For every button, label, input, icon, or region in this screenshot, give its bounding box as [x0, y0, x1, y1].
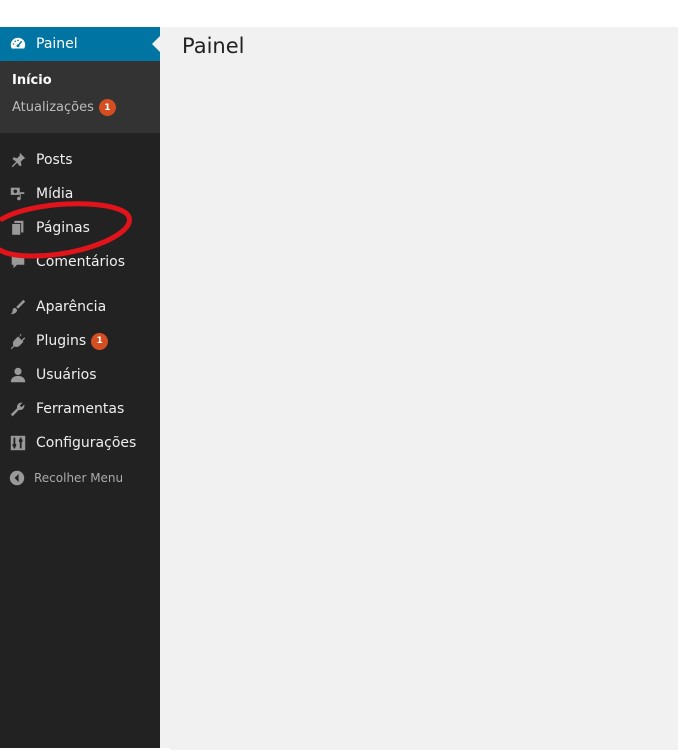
media-icon: [0, 185, 36, 203]
sidebar-item-label: Usuários: [36, 367, 97, 383]
sidebar-item-label: Ferramentas: [36, 401, 125, 417]
admin-top-area: [160, 0, 678, 27]
sidebar-item-label: Plugins: [36, 333, 87, 349]
comment-icon: [0, 253, 36, 271]
brush-icon: [0, 298, 36, 316]
dashboard-icon: [0, 35, 36, 53]
submenu-item-label: Início: [12, 73, 52, 88]
settings-icon: [0, 434, 36, 452]
plugin-update-badge: 1: [91, 332, 109, 350]
pages-icon: [0, 219, 36, 237]
plugin-icon: [0, 332, 36, 350]
admin-sidebar: Painel Início Atualizações 1 Posts Mídia…: [0, 0, 160, 750]
sidebar-item-configuracoes[interactable]: Configurações: [0, 426, 160, 460]
sidebar-item-ferramentas[interactable]: Ferramentas: [0, 392, 160, 426]
sidebar-item-label: Comentários: [36, 254, 126, 270]
sidebar-item-label: Mídia: [36, 186, 74, 202]
top-strip: [0, 0, 160, 27]
sidebar-item-label: Aparência: [36, 299, 107, 315]
submenu: Início Atualizações 1: [0, 61, 160, 133]
sidebar-item-label: Páginas: [36, 220, 90, 236]
sidebar-item-comentarios[interactable]: Comentários: [0, 245, 160, 279]
collapse-menu-button[interactable]: Recolher Menu: [0, 466, 160, 490]
submenu-item-inicio[interactable]: Início: [12, 73, 52, 88]
sidebar-item-painel[interactable]: Painel: [0, 27, 160, 61]
wrench-icon: [0, 400, 36, 418]
user-icon: [0, 366, 36, 384]
sidebar-item-label: Painel: [36, 36, 78, 52]
sidebar-item-paginas[interactable]: Páginas: [0, 211, 160, 245]
sidebar-item-midia[interactable]: Mídia: [0, 177, 160, 211]
sidebar-item-aparencia[interactable]: Aparência: [0, 290, 160, 324]
page-title: Painel: [182, 34, 245, 58]
submenu-item-atualizacoes[interactable]: Atualizações 1: [12, 99, 116, 116]
collapse-arrow-icon: [0, 470, 34, 486]
sidebar-item-label: Configurações: [36, 435, 137, 451]
sidebar-item-usuarios[interactable]: Usuários: [0, 358, 160, 392]
update-count-badge: 1: [98, 99, 116, 116]
sidebar-item-posts[interactable]: Posts: [0, 143, 160, 177]
sidebar-item-plugins[interactable]: Plugins 1: [0, 324, 160, 358]
active-arrow: [152, 36, 160, 52]
pin-icon: [0, 151, 36, 169]
collapse-menu-label: Recolher Menu: [34, 471, 124, 485]
submenu-item-label: Atualizações: [12, 100, 94, 115]
sidebar-item-label: Posts: [36, 152, 73, 168]
